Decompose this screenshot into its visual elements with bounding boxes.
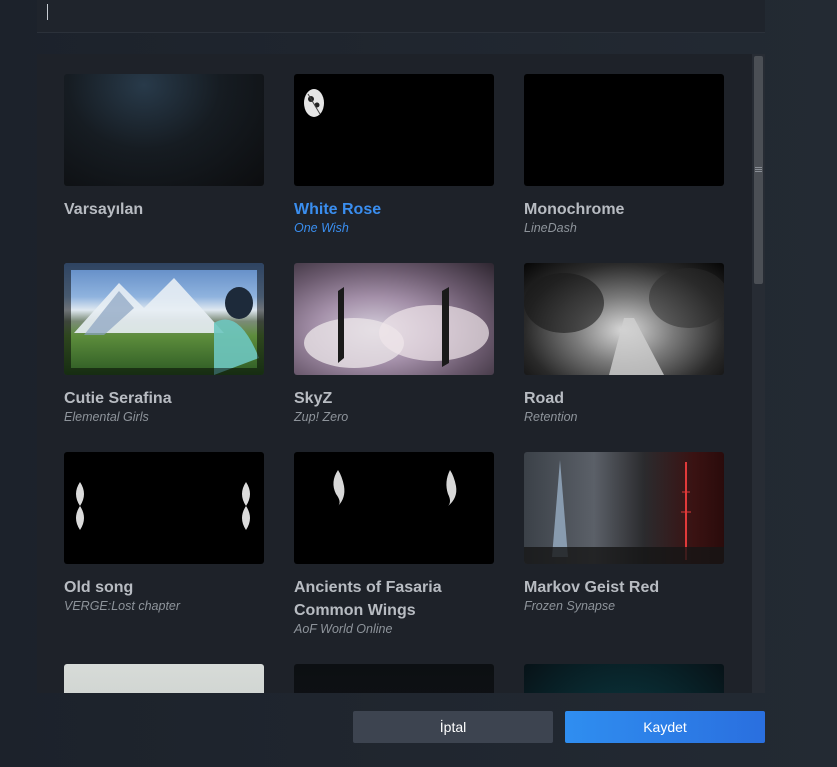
theme-title: White Rose <box>294 201 382 218</box>
theme-thumbnail[interactable] <box>524 452 724 564</box>
theme-title: Markov Geist Red <box>524 579 660 596</box>
theme-thumbnail[interactable] <box>64 74 264 186</box>
theme-thumbnail[interactable] <box>524 664 724 693</box>
theme-title-line: Common Wings <box>294 602 416 619</box>
theme-thumbnail[interactable] <box>294 452 494 564</box>
road-art-icon <box>524 268 724 375</box>
theme-thumbnail[interactable] <box>294 263 494 375</box>
theme-game: Frozen Synapse <box>524 599 616 613</box>
cloud-art-icon <box>304 287 489 368</box>
theme-thumbnail[interactable] <box>64 452 264 564</box>
theme-title: Ancients of Fasaria Common Wings <box>294 576 494 622</box>
cancel-button[interactable]: İptal <box>353 711 553 743</box>
theme-title: Road <box>524 390 564 407</box>
theme-list-panel: Varsayılan White Rose One Wish Monochrom… <box>37 54 765 693</box>
theme-title: Cutie Serafina <box>64 390 172 407</box>
tower-art-icon <box>524 460 724 564</box>
theme-title: SkyZ <box>294 390 333 407</box>
theme-game: Retention <box>524 410 578 424</box>
scrollbar-thumb[interactable] <box>754 56 763 284</box>
theme-thumbnail[interactable] <box>294 74 494 186</box>
theme-game: AoF World Online <box>294 622 393 636</box>
theme-game: Elemental Girls <box>64 410 149 424</box>
theme-game: LineDash <box>524 221 577 235</box>
theme-thumbnail[interactable] <box>294 664 494 693</box>
theme-title: Monochrome <box>524 201 625 218</box>
theme-thumbnail[interactable] <box>64 664 264 693</box>
text-cursor <box>47 4 48 20</box>
grip-icon <box>755 166 762 176</box>
theme-title: Old song <box>64 579 134 596</box>
rose-emblem-icon <box>304 89 324 117</box>
theme-title-line: Ancients of Fasaria <box>294 579 442 596</box>
ornament-icon <box>76 482 250 530</box>
save-button[interactable]: Kaydet <box>565 711 765 743</box>
scrollbar[interactable] <box>752 54 765 693</box>
search-bar[interactable] <box>37 0 765 33</box>
mountain-art-icon <box>64 263 264 375</box>
theme-thumbnail[interactable] <box>524 74 724 186</box>
theme-title: Varsayılan <box>64 201 144 218</box>
theme-thumbnail[interactable] <box>64 263 264 375</box>
wing-emblem-icon <box>333 470 457 506</box>
theme-game: One Wish <box>294 221 349 235</box>
theme-game: Zup! Zero <box>294 410 349 424</box>
theme-thumbnail[interactable] <box>524 263 724 375</box>
theme-game: VERGE:Lost chapter <box>64 599 181 613</box>
